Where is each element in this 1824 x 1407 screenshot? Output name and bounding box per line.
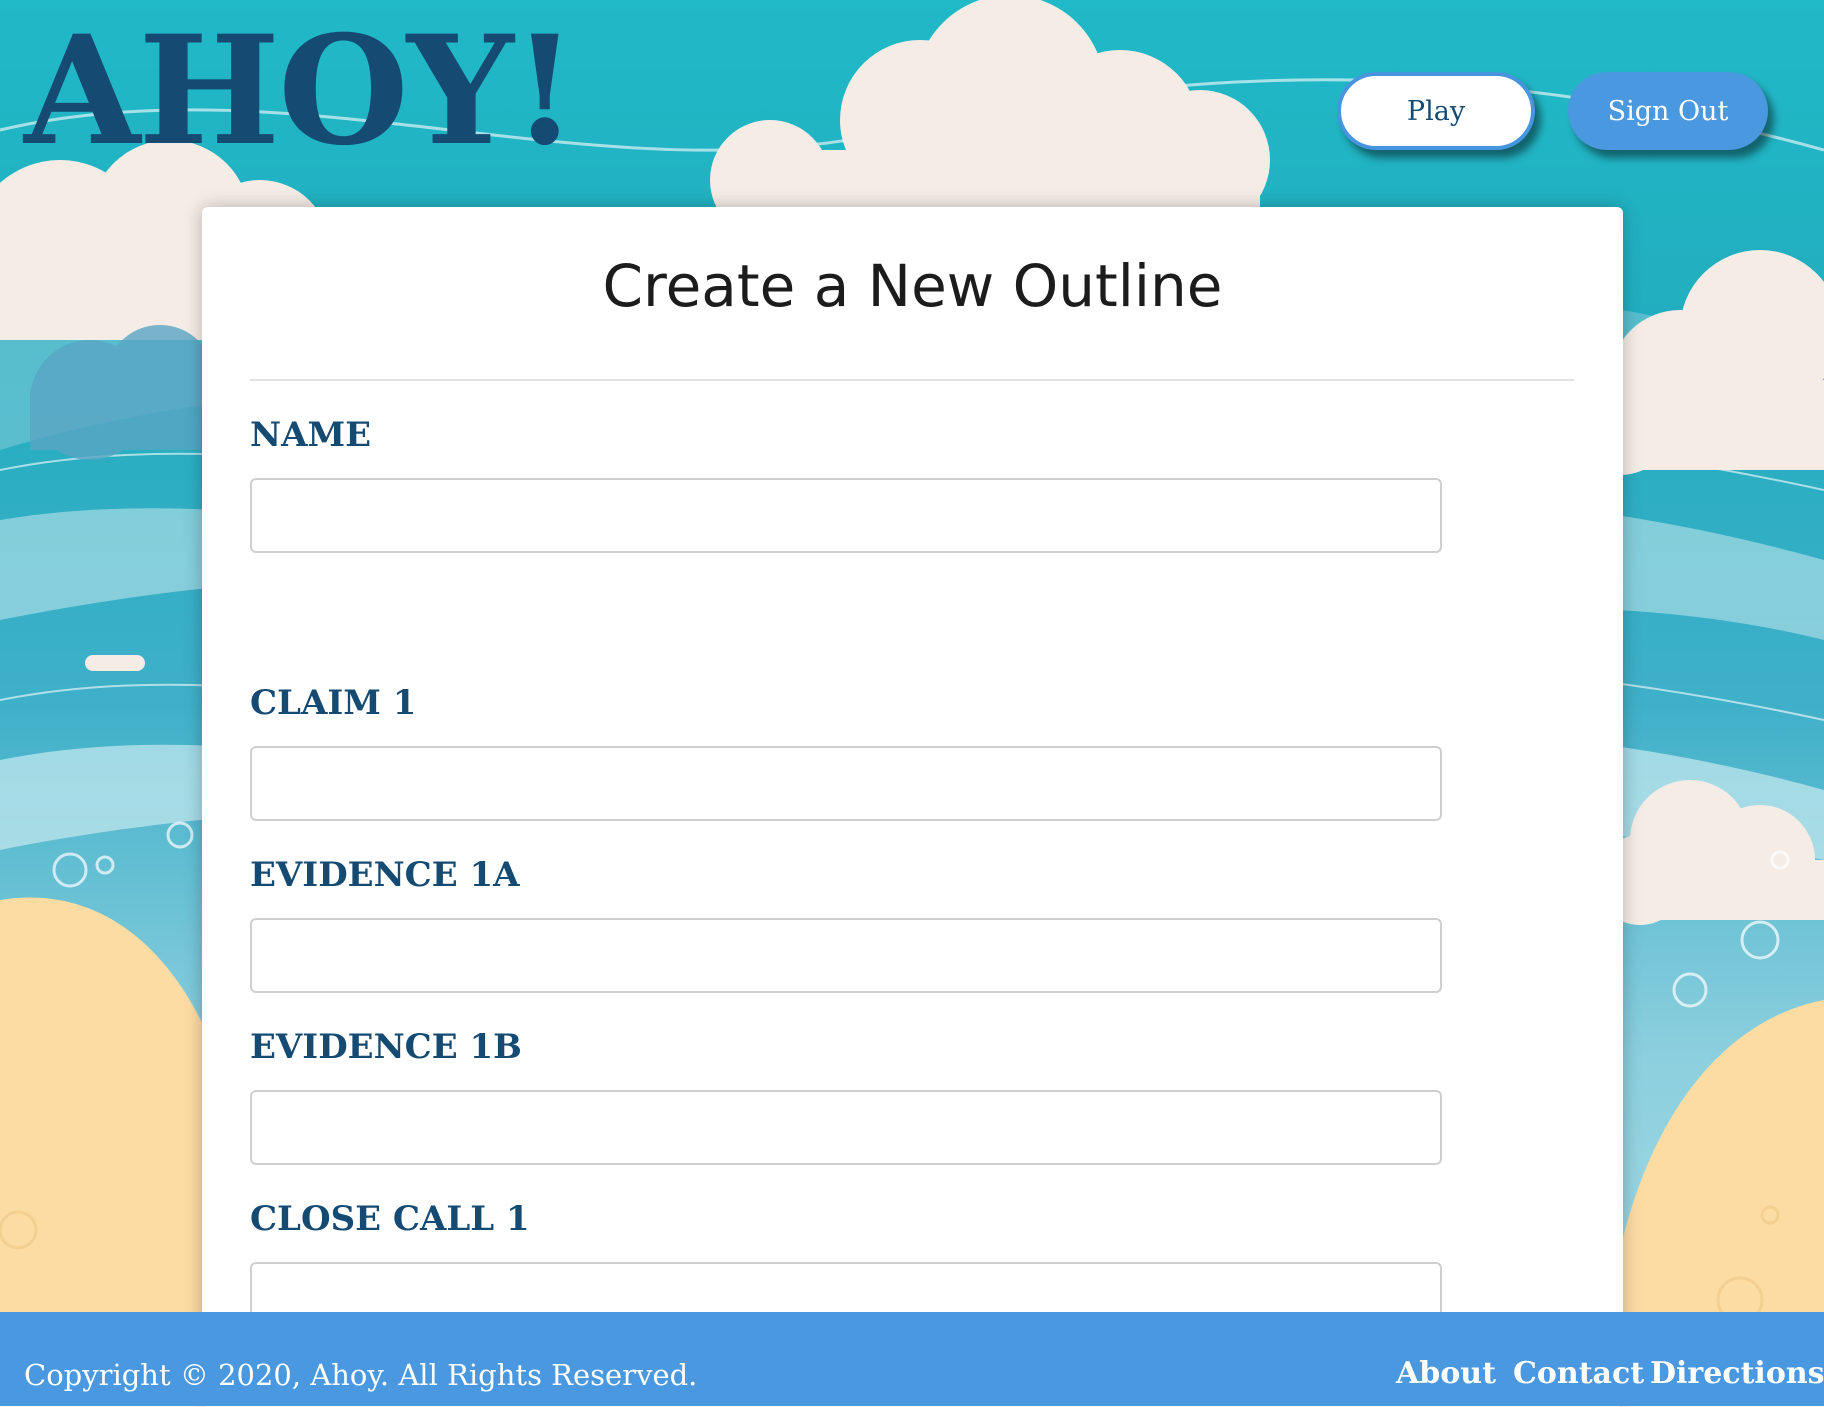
claim-1-input[interactable] <box>250 746 1442 821</box>
name-label: NAME <box>250 415 372 455</box>
claim-1-label: CLAIM 1 <box>250 683 417 723</box>
close-call-1-label: CLOSE CALL 1 <box>250 1199 530 1239</box>
evidence-1b-input[interactable] <box>250 1090 1442 1165</box>
name-input[interactable] <box>250 478 1442 553</box>
footer-link-contact[interactable]: Contact <box>1513 1356 1644 1392</box>
copyright-text: Copyright © 2020, Ahoy. All Rights Reser… <box>24 1358 698 1392</box>
outline-form-card: Create a New Outline NAME CLAIM 1 EVIDEN… <box>202 207 1623 1407</box>
sign-out-button[interactable]: Sign Out <box>1568 72 1768 150</box>
form-title: Create a New Outline <box>602 252 1223 320</box>
ahoy-logo: AHOY! <box>24 3 578 179</box>
footer-link-directions[interactable]: Directions <box>1650 1356 1824 1392</box>
footer-link-about[interactable]: About <box>1396 1356 1496 1392</box>
play-button[interactable]: Play <box>1337 72 1535 150</box>
footer: Copyright © 2020, Ahoy. All Rights Reser… <box>0 1312 1824 1406</box>
evidence-1b-label: EVIDENCE 1B <box>250 1027 522 1067</box>
evidence-1a-label: EVIDENCE 1A <box>250 855 520 895</box>
title-divider <box>250 379 1574 381</box>
evidence-1a-input[interactable] <box>250 918 1442 993</box>
